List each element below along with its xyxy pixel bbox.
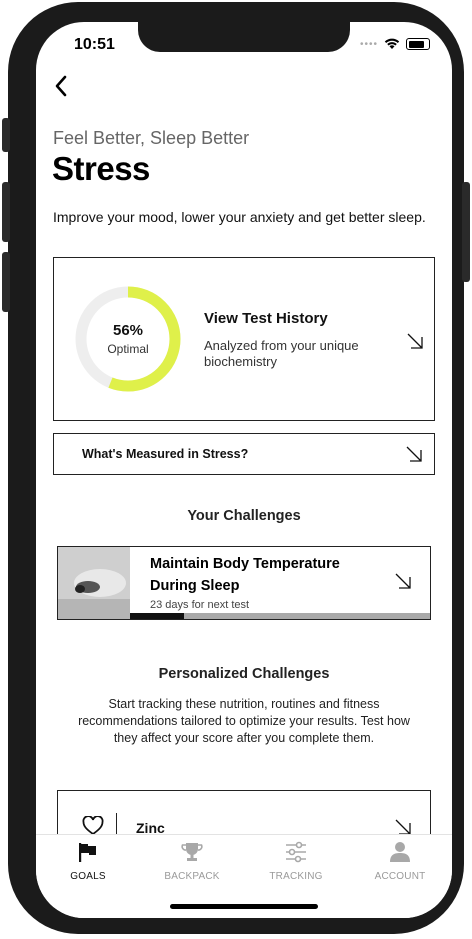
page-description: Improve your mood, lower your anxiety an…	[53, 209, 426, 225]
page-title: Stress	[52, 150, 150, 187]
personalized-description: Start tracking these nutrition, routines…	[78, 697, 410, 745]
home-indicator	[170, 904, 318, 909]
flag-icon	[79, 843, 96, 862]
app-screen: 10:51 •••• Feel Better, Sleep Better Str…	[36, 22, 452, 918]
arrow-down-right-icon	[406, 446, 422, 462]
score-percent: 56%	[112, 322, 144, 339]
challenge-progress-fill	[130, 613, 184, 619]
challenge-title: Maintain Body Temperature During Sleep	[150, 556, 340, 594]
tab-label: ACCOUNT	[374, 871, 426, 882]
divider	[116, 813, 117, 835]
status-icons: ••••	[360, 38, 430, 50]
person-icon	[390, 842, 410, 862]
challenge-progress-bar	[130, 613, 430, 619]
sliders-icon	[286, 841, 306, 863]
back-arrow-icon[interactable]	[52, 74, 72, 98]
tab-tracking[interactable]: TRACKING	[244, 841, 348, 882]
notch	[138, 22, 350, 52]
score-card[interactable]: 56% Optimal View Test History Analyzed f…	[53, 257, 435, 421]
wifi-icon	[384, 38, 400, 49]
tab-account[interactable]: ACCOUNT	[348, 841, 452, 882]
arrow-down-right-icon	[407, 333, 423, 349]
volume-up-button	[2, 182, 10, 242]
your-challenges-heading: Your Challenges	[187, 508, 301, 524]
tab-label: BACKPACK	[164, 871, 220, 882]
tab-label: GOALS	[70, 871, 106, 882]
trophy-icon	[181, 843, 203, 861]
phone-frame: 10:51 •••• Feel Better, Sleep Better Str…	[2, 2, 470, 934]
volume-down-button	[2, 252, 10, 312]
personalized-challenges-heading: Personalized Challenges	[158, 666, 330, 682]
page-subtitle: Feel Better, Sleep Better	[53, 128, 250, 148]
challenge-image	[58, 547, 130, 619]
whats-measured-link[interactable]: What's Measured in Stress?	[53, 433, 435, 475]
tab-label: TRACKING	[269, 871, 323, 882]
mute-switch	[2, 118, 10, 152]
heart-icon[interactable]	[82, 816, 104, 836]
arrow-down-right-icon	[395, 573, 411, 589]
challenge-next-test: 23 days for next test	[150, 599, 250, 611]
score-ring-text: 56% Optimal	[74, 285, 182, 393]
battery-icon	[406, 38, 430, 50]
tab-backpack[interactable]: BACKPACK	[140, 841, 244, 882]
challenge-card[interactable]: Maintain Body Temperature During Sleep 2…	[57, 546, 431, 620]
signal-icon: ••••	[359, 38, 378, 50]
power-button	[462, 182, 470, 282]
whats-measured-label: What's Measured in Stress?	[82, 447, 249, 461]
score-status: Optimal	[107, 342, 149, 356]
tab-goals[interactable]: GOALS	[36, 841, 140, 882]
view-test-history-title[interactable]: View Test History	[204, 310, 328, 327]
status-time: 10:51	[74, 36, 115, 53]
view-test-history-subtitle: Analyzed from your unique biochemistry	[204, 338, 359, 369]
